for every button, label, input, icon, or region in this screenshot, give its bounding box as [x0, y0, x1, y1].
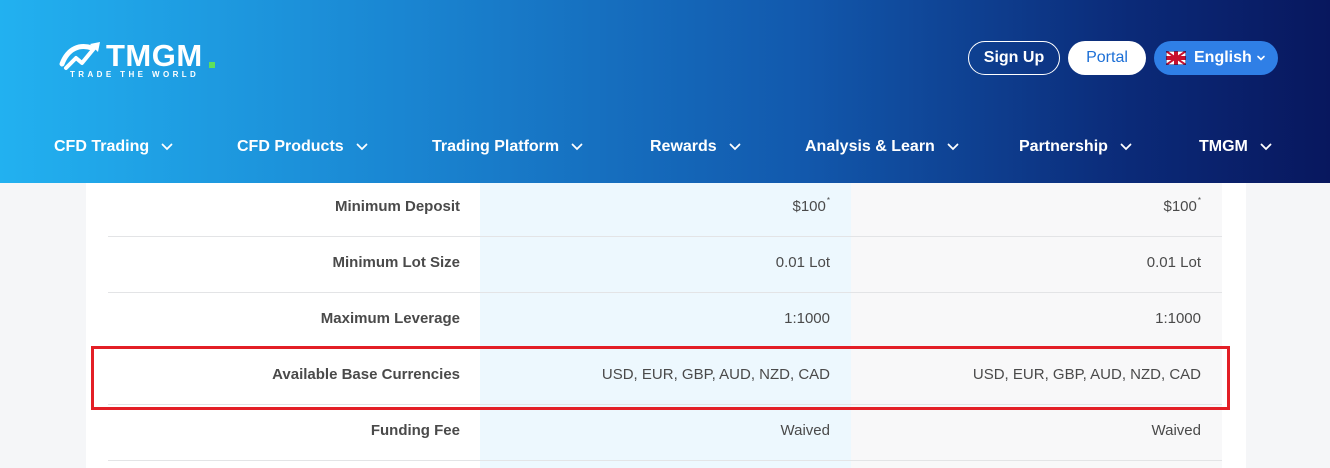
row-label: Minimum Lot Size — [332, 254, 461, 271]
footnote-marker: * — [826, 196, 830, 205]
row-value-account-1: 0.01 Lot — [775, 254, 830, 271]
footnote-marker: * — [1197, 196, 1201, 205]
language-selector[interactable]: English — [1154, 41, 1278, 75]
row-value-account-2: $100* — [1163, 196, 1202, 215]
chevron-down-icon — [1260, 143, 1272, 151]
row-value-account-1: Waived — [780, 422, 830, 439]
logo-wordmark: TMGM — [106, 38, 203, 73]
nav-label: Partnership — [1019, 138, 1108, 155]
uk-flag-icon — [1166, 51, 1186, 65]
table-row: Maximum Leverage 1:1000 1:1000 — [108, 293, 1222, 349]
nav-label: CFD Products — [237, 138, 344, 155]
row-divider — [108, 460, 1222, 461]
nav-trading-platform[interactable]: Trading Platform — [432, 136, 583, 160]
nav-rewards[interactable]: Rewards — [650, 136, 741, 160]
nav-label: Analysis & Learn — [805, 138, 935, 155]
language-label: English — [1194, 49, 1252, 66]
chevron-down-icon — [356, 143, 368, 151]
nav-partnership[interactable]: Partnership — [1019, 136, 1132, 160]
nav-label: CFD Trading — [54, 138, 150, 155]
logo-tagline: TRADE THE WORLD — [70, 70, 200, 79]
nav-cfd-products[interactable]: CFD Products — [237, 136, 368, 160]
row-label: Minimum Deposit — [334, 198, 460, 215]
row-value-account-2: 0.01 Lot — [1146, 254, 1201, 271]
chevron-down-icon — [1257, 55, 1265, 61]
chevron-down-icon — [571, 143, 583, 151]
sign-up-button[interactable]: Sign Up — [968, 41, 1060, 75]
chevron-down-icon — [947, 143, 959, 151]
site-header: TMGM TRADE THE WORLD Sign Up Portal Engl… — [0, 0, 1330, 183]
table-row: Minimum Lot Size 0.01 Lot 0.01 Lot — [108, 237, 1222, 293]
highlight-annotation-box — [91, 346, 1230, 410]
row-label: Maximum Leverage — [320, 310, 460, 327]
row-label: Funding Fee — [370, 422, 460, 439]
row-value-account-1: 1:1000 — [784, 310, 830, 327]
nav-cfd-trading[interactable]: CFD Trading — [54, 136, 173, 160]
logo-accent-dot — [209, 62, 215, 68]
nav-analysis-learn[interactable]: Analysis & Learn — [805, 136, 959, 160]
nav-label: Trading Platform — [432, 138, 560, 155]
table-row: Minimum Deposit $100* $100* — [108, 181, 1222, 237]
table-row: Funding Fee Waived Waived — [108, 405, 1222, 461]
nav-label: Rewards — [650, 138, 717, 155]
nav-tmgm[interactable]: TMGM — [1199, 136, 1272, 160]
tmgm-logo[interactable]: TMGM TRADE THE WORLD — [58, 36, 228, 84]
row-value-account-2: 1:1000 — [1155, 310, 1201, 327]
chevron-down-icon — [729, 143, 741, 151]
logo-chart-icon — [59, 42, 100, 70]
portal-button[interactable]: Portal — [1068, 41, 1146, 75]
row-value-account-2: Waived — [1151, 422, 1201, 439]
chevron-down-icon — [161, 143, 173, 151]
chevron-down-icon — [1120, 143, 1132, 151]
nav-label: TMGM — [1199, 138, 1248, 155]
row-value-account-1: $100* — [792, 196, 831, 215]
